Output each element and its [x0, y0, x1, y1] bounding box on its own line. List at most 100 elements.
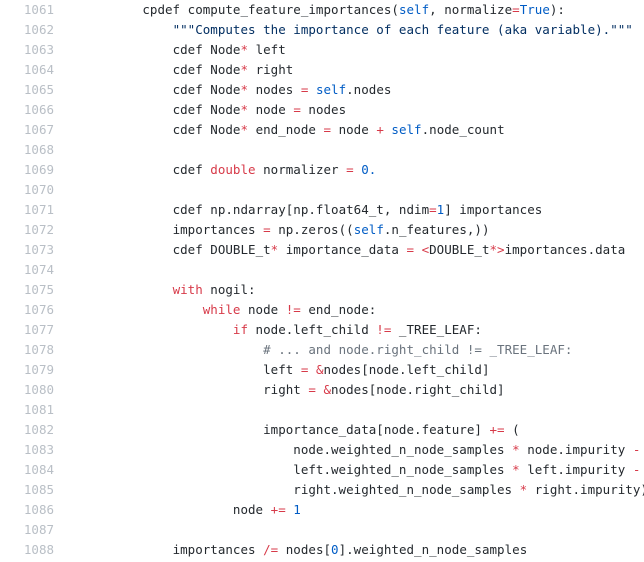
- code-token: =: [406, 242, 415, 257]
- line-content: cdef double normalizer = 0.: [54, 160, 377, 180]
- code-token: np.zeros((: [270, 222, 354, 237]
- code-token: &: [323, 382, 332, 397]
- code-line[interactable]: 1074: [0, 260, 644, 280]
- code-token: node: [331, 122, 377, 137]
- line-content: # ... and node.right_child != _TREE_LEAF…: [54, 340, 572, 360]
- code-line[interactable]: 1088 importances /= nodes[0].weighted_n_…: [0, 540, 644, 560]
- line-number: 1084: [23, 462, 54, 477]
- line-number: 1074: [23, 262, 54, 277]
- code-token: !=: [285, 302, 301, 317]
- code-token: left: [248, 42, 286, 57]
- code-line[interactable]: 1072 importances = np.zeros((self.n_feat…: [0, 220, 644, 240]
- code-token: cpdef: [142, 2, 181, 17]
- code-token: right.weighted_n_node_samples: [293, 482, 520, 497]
- code-token: while: [202, 302, 241, 317]
- code-line[interactable]: 1077 if node.left_child != _TREE_LEAF:: [0, 320, 644, 340]
- code-token: left.impurity: [519, 462, 633, 477]
- code-line[interactable]: 1070: [0, 180, 644, 200]
- line-content: cdef Node* left: [54, 40, 286, 60]
- code-line[interactable]: 1065 cdef Node* nodes = self.nodes: [0, 80, 644, 100]
- code-token: <: [421, 242, 430, 257]
- line-number: 1070: [23, 182, 54, 197]
- code-line[interactable]: 1087: [0, 520, 644, 540]
- code-token: nogil:: [202, 282, 256, 297]
- line-number: 1061: [23, 2, 54, 17]
- line-number: 1078: [23, 342, 54, 357]
- code-token: +: [376, 122, 384, 137]
- code-token: =: [429, 202, 437, 217]
- code-token: cdef: [172, 162, 211, 177]
- code-token: importances: [172, 542, 264, 557]
- line-number: 1088: [23, 542, 54, 557]
- line-content: cdef Node* right: [54, 60, 294, 80]
- code-token: !=: [376, 322, 392, 337]
- code-line[interactable]: 1079 left = &nodes[node.left_child]: [0, 360, 644, 380]
- code-line[interactable]: 1084 left.weighted_n_node_samples * left…: [0, 460, 644, 480]
- code-line[interactable]: 1064 cdef Node* right: [0, 60, 644, 80]
- code-token: importance_data[node.feature]: [263, 422, 490, 437]
- code-token: self: [391, 122, 422, 137]
- code-token: .nodes: [346, 82, 392, 97]
- code-token: self: [315, 82, 347, 97]
- line-content: importance_data[node.feature] += (: [54, 420, 520, 440]
- code-line-list: 1061 cpdef compute_feature_importances(s…: [0, 0, 644, 560]
- code-line[interactable]: 1069 cdef double normalizer = 0.: [0, 160, 644, 180]
- code-token: left: [263, 362, 301, 377]
- code-token: *: [240, 42, 249, 57]
- code-line[interactable]: 1066 cdef Node* node = nodes: [0, 100, 644, 120]
- code-token: *: [240, 122, 249, 137]
- code-line[interactable]: 1082 importance_data[node.feature] += (: [0, 420, 644, 440]
- code-token: node.weighted_n_node_samples: [293, 442, 513, 457]
- code-line[interactable]: 1086 node += 1: [0, 500, 644, 520]
- code-line[interactable]: 1062 """Computes the importance of each …: [0, 20, 644, 40]
- code-line[interactable]: 1081: [0, 400, 644, 420]
- line-content: with nogil:: [54, 280, 256, 300]
- line-content: node += 1: [54, 500, 301, 520]
- code-line[interactable]: 1076 while node != end_node:: [0, 300, 644, 320]
- code-token: 0.: [361, 162, 377, 177]
- code-viewer[interactable]: 1061 cpdef compute_feature_importances(s…: [0, 0, 644, 562]
- code-token: .node_count: [421, 122, 505, 137]
- code-token: 1: [293, 502, 301, 517]
- code-line[interactable]: 1080 right = &nodes[node.right_child]: [0, 380, 644, 400]
- line-number: 1082: [23, 422, 54, 437]
- code-line[interactable]: 1071 cdef np.ndarray[np.float64_t, ndim=…: [0, 200, 644, 220]
- code-token: *: [240, 82, 249, 97]
- line-number: 1071: [23, 202, 54, 217]
- code-token: .n_features,)): [383, 222, 490, 237]
- code-token: node.left_child: [248, 322, 377, 337]
- code-line[interactable]: 1068: [0, 140, 644, 160]
- line-content: right.weighted_n_node_samples * right.im…: [54, 480, 644, 500]
- code-token: node: [240, 302, 286, 317]
- code-token: =: [308, 382, 316, 397]
- code-line[interactable]: 1083 node.weighted_n_node_samples * node…: [0, 440, 644, 460]
- code-line[interactable]: 1085 right.weighted_n_node_samples * rig…: [0, 480, 644, 500]
- code-line[interactable]: 1063 cdef Node* left: [0, 40, 644, 60]
- code-line[interactable]: 1078 # ... and node.right_child != _TREE…: [0, 340, 644, 360]
- code-token: """Computes the importance of each featu…: [172, 22, 633, 37]
- code-token: *>: [489, 242, 505, 257]
- code-token: cdef np.ndarray[np.float64_t, ndim: [172, 202, 430, 217]
- code-token: node: [248, 102, 294, 117]
- code-line[interactable]: 1061 cpdef compute_feature_importances(s…: [0, 0, 644, 20]
- code-line[interactable]: 1073 cdef DOUBLE_t* importance_data = <D…: [0, 240, 644, 260]
- code-token: ):: [549, 2, 565, 17]
- code-token: node: [232, 502, 271, 517]
- code-line[interactable]: 1067 cdef Node* end_node = node + self.n…: [0, 120, 644, 140]
- line-content: left.weighted_n_node_samples * left.impu…: [54, 460, 640, 480]
- code-token: nodes: [300, 102, 347, 117]
- code-line[interactable]: 1075 with nogil:: [0, 280, 644, 300]
- code-token: nodes[: [278, 542, 332, 557]
- code-token: importances.data: [504, 242, 626, 257]
- line-content: right = &nodes[node.right_child]: [54, 380, 505, 400]
